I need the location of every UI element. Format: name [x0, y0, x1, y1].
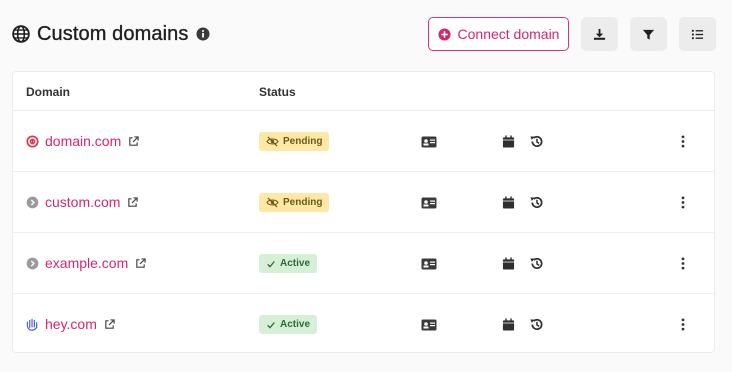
external-link-icon: [135, 256, 146, 268]
external-link-icon: [127, 195, 139, 207]
plus-circle-icon: [437, 27, 451, 41]
more-options-icon[interactable]: [679, 316, 687, 333]
page-header: Custom domains Connect domain: [0, 0, 732, 68]
history-icon[interactable]: [528, 316, 545, 333]
table-row: domain.com Pending: [13, 111, 714, 172]
calendar-icon[interactable]: [500, 133, 517, 150]
domain-link[interactable]: domain.com: [45, 133, 139, 149]
history-icon[interactable]: [528, 255, 545, 272]
history-icon[interactable]: [528, 194, 545, 211]
globe-icon: [12, 25, 30, 43]
check-icon: [267, 260, 275, 268]
gray-chevron-icon: [26, 196, 39, 209]
red-circle-icon: [26, 135, 39, 148]
table-row: example.com Active: [13, 233, 714, 294]
status-label: Active: [280, 319, 311, 330]
list-icon: [691, 28, 704, 41]
download-button[interactable]: [581, 17, 618, 51]
calendar-icon[interactable]: [500, 255, 517, 272]
id-card-icon[interactable]: [420, 194, 437, 211]
check-icon: [267, 321, 275, 329]
table-row: custom.com Pending: [13, 172, 714, 233]
id-card-icon[interactable]: [420, 316, 437, 333]
column-header-domain: Domain: [26, 85, 71, 99]
download-icon: [593, 28, 606, 41]
eye-slash-icon: [266, 197, 279, 208]
table-row: hey.com Active: [13, 294, 714, 355]
external-link-icon: [104, 317, 115, 329]
status-label: Pending: [283, 197, 323, 208]
eye-slash-icon: [266, 136, 279, 147]
connect-domain-label: Connect domain: [457, 26, 560, 42]
gray-chevron-icon: [26, 257, 39, 270]
info-icon[interactable]: [196, 27, 210, 41]
domains-table: Domain Status domain.com Pending custom.…: [12, 71, 715, 353]
history-icon[interactable]: [528, 133, 545, 150]
domain-link[interactable]: example.com: [45, 255, 146, 271]
column-header-status: Status: [259, 85, 296, 99]
calendar-icon[interactable]: [500, 194, 517, 211]
status-label: Active: [280, 258, 311, 269]
calendar-icon[interactable]: [500, 316, 517, 333]
more-options-icon[interactable]: [679, 255, 687, 272]
id-card-icon[interactable]: [420, 133, 437, 150]
filter-icon: [642, 28, 655, 41]
domain-name: domain.com: [45, 133, 122, 149]
list-view-button[interactable]: [679, 17, 716, 51]
table-header: Domain Status: [13, 72, 714, 111]
title-group: Custom domains: [12, 20, 210, 48]
domain-name: hey.com: [45, 316, 97, 332]
external-link-icon: [128, 134, 139, 146]
domain-name: custom.com: [45, 194, 121, 210]
filter-button[interactable]: [630, 17, 667, 51]
more-options-icon[interactable]: [679, 194, 687, 211]
page-title: Custom domains: [37, 22, 189, 45]
status-badge: Pending: [259, 193, 330, 212]
connect-domain-button[interactable]: Connect domain: [428, 17, 569, 51]
status-badge: Active: [259, 315, 318, 334]
more-options-icon[interactable]: [679, 133, 687, 150]
domain-link[interactable]: hey.com: [45, 316, 115, 332]
hand-wave-icon: [26, 318, 39, 331]
status-badge: Pending: [259, 132, 330, 151]
status-badge: Active: [259, 254, 318, 273]
id-card-icon[interactable]: [420, 255, 437, 272]
status-label: Pending: [283, 136, 323, 147]
domain-link[interactable]: custom.com: [45, 194, 139, 210]
domain-name: example.com: [45, 255, 129, 271]
